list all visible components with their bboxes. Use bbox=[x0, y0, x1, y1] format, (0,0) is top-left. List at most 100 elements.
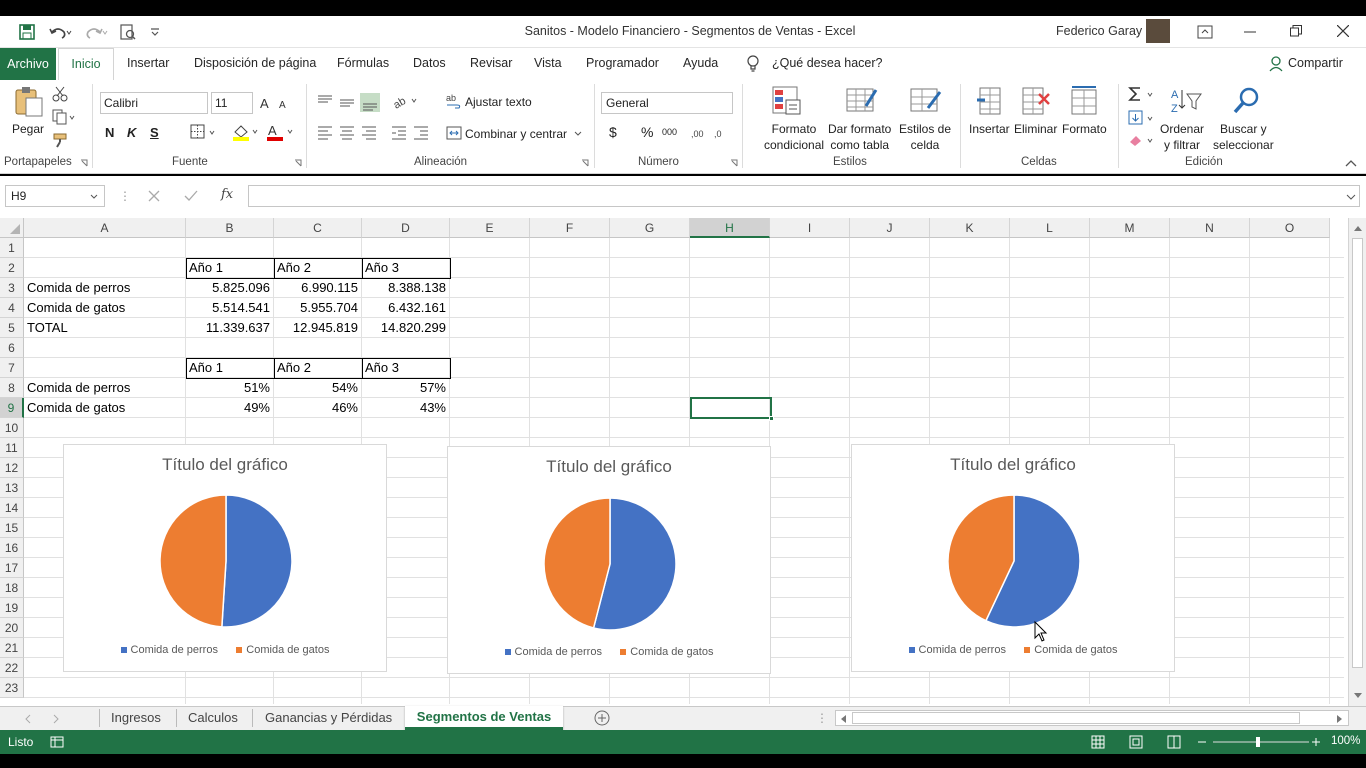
font-size-select[interactable]: 11 bbox=[211, 92, 253, 114]
tab-inicio[interactable]: Inicio bbox=[58, 48, 114, 81]
row-header-19[interactable]: 19 bbox=[0, 598, 24, 618]
pie-chart-2[interactable]: Título del gráfico Comida de perros Comi… bbox=[447, 446, 771, 674]
table1-cell[interactable]: 6.990.115 bbox=[274, 278, 362, 298]
table1-label-perros[interactable]: Comida de perros bbox=[27, 278, 185, 298]
row-header-22[interactable]: 22 bbox=[0, 658, 24, 678]
sheet-scroll-arrows-icon[interactable] bbox=[24, 714, 64, 724]
sort-filter-button[interactable]: Ordenar y filtrar bbox=[1160, 121, 1204, 153]
format-painter-icon[interactable] bbox=[52, 132, 68, 148]
column-header-N[interactable]: N bbox=[1170, 218, 1250, 238]
cell-styles-button[interactable]: Estilos de celda bbox=[899, 121, 951, 153]
print-preview-icon[interactable] bbox=[120, 24, 136, 40]
tab-insertar[interactable]: Insertar bbox=[127, 56, 169, 70]
zoom-slider[interactable] bbox=[1197, 736, 1321, 748]
row-header-1[interactable]: 1 bbox=[0, 238, 24, 258]
normal-view-icon[interactable] bbox=[1091, 735, 1105, 749]
table1-header-y2[interactable]: Año 2 bbox=[277, 258, 361, 278]
column-header-E[interactable]: E bbox=[450, 218, 530, 238]
redo-icon[interactable] bbox=[84, 24, 108, 40]
format-cells-button[interactable]: Formato bbox=[1062, 121, 1107, 137]
column-header-F[interactable]: F bbox=[530, 218, 610, 238]
table1-cell[interactable]: 6.432.161 bbox=[362, 298, 450, 318]
chart-title[interactable]: Título del gráfico bbox=[64, 455, 386, 475]
row-header-3[interactable]: 3 bbox=[0, 278, 24, 298]
table2-cell[interactable]: 46% bbox=[274, 398, 362, 418]
cell-styles-icon[interactable] bbox=[910, 86, 942, 116]
orientation-icon[interactable]: ab bbox=[392, 92, 420, 110]
table2-cell[interactable]: 43% bbox=[362, 398, 450, 418]
row-header-16[interactable]: 16 bbox=[0, 538, 24, 558]
chart-title[interactable]: Título del gráfico bbox=[852, 455, 1174, 475]
tell-me-input[interactable]: ¿Qué desea hacer? bbox=[772, 56, 883, 70]
add-sheet-icon[interactable] bbox=[594, 710, 610, 726]
conditional-format-button[interactable]: Formato condicional bbox=[764, 121, 824, 153]
table2-header-y1[interactable]: Año 1 bbox=[189, 358, 273, 378]
tab-programador[interactable]: Programador bbox=[586, 56, 659, 70]
wrap-text-button[interactable]: Ajustar texto bbox=[465, 94, 532, 110]
currency-button[interactable]: $ bbox=[609, 124, 617, 140]
restore-icon[interactable] bbox=[1290, 25, 1302, 37]
row-header-5[interactable]: 5 bbox=[0, 318, 24, 338]
column-header-O[interactable]: O bbox=[1250, 218, 1330, 238]
sheet-tab-calculos[interactable]: Calculos bbox=[188, 707, 238, 729]
row-header-7[interactable]: 7 bbox=[0, 358, 24, 378]
pie-slice-comida-de-gatos[interactable] bbox=[159, 494, 227, 628]
chart-legend[interactable]: Comida de perros Comida de gatos bbox=[448, 646, 770, 658]
dialog-launcher-icon[interactable] bbox=[294, 159, 302, 167]
cancel-entry-icon[interactable] bbox=[148, 190, 160, 202]
tab-ayuda[interactable]: Ayuda bbox=[683, 56, 718, 70]
dialog-launcher-icon[interactable] bbox=[80, 159, 88, 167]
table1-cell[interactable]: 14.820.299 bbox=[362, 318, 450, 338]
expand-formula-bar-icon[interactable] bbox=[1346, 194, 1356, 200]
zoom-level[interactable]: 100% bbox=[1331, 735, 1360, 747]
italic-button[interactable]: K bbox=[127, 125, 136, 140]
column-header-L[interactable]: L bbox=[1010, 218, 1090, 238]
delete-cells-button[interactable]: Eliminar bbox=[1014, 121, 1057, 137]
table1-label-gatos[interactable]: Comida de gatos bbox=[27, 298, 185, 318]
vertical-align-icons[interactable] bbox=[316, 92, 386, 112]
tab-disposicion[interactable]: Disposición de página bbox=[194, 56, 316, 70]
column-header-M[interactable]: M bbox=[1090, 218, 1170, 238]
paste-icon[interactable] bbox=[12, 86, 44, 118]
hscroll-thumb[interactable] bbox=[852, 712, 1300, 724]
row-header-17[interactable]: 17 bbox=[0, 558, 24, 578]
scroll-left-icon[interactable] bbox=[839, 714, 847, 724]
column-header-A[interactable]: A bbox=[24, 218, 186, 238]
table1-header-y1[interactable]: Año 1 bbox=[189, 258, 273, 278]
row-header-15[interactable]: 15 bbox=[0, 518, 24, 538]
vertical-scrollbar[interactable] bbox=[1348, 218, 1366, 706]
row-header-12[interactable]: 12 bbox=[0, 458, 24, 478]
row-header-14[interactable]: 14 bbox=[0, 498, 24, 518]
tab-formulas[interactable]: Fórmulas bbox=[337, 56, 389, 70]
merge-center-button[interactable]: Combinar y centrar bbox=[465, 126, 567, 142]
sheet-tab-segmentos[interactable]: Segmentos de Ventas bbox=[405, 706, 563, 730]
autosum-icon[interactable] bbox=[1128, 86, 1158, 104]
chevron-down-icon[interactable] bbox=[574, 131, 582, 137]
delete-cells-icon[interactable] bbox=[1021, 86, 1051, 116]
close-icon[interactable] bbox=[1337, 25, 1349, 37]
decimal-icons[interactable]: ,00 ,0 bbox=[690, 125, 736, 141]
collapse-ribbon-icon[interactable] bbox=[1345, 159, 1357, 167]
avatar[interactable] bbox=[1146, 19, 1170, 43]
insert-cells-button[interactable]: Insertar bbox=[969, 121, 1010, 137]
sort-filter-icon[interactable]: AZ bbox=[1170, 86, 1202, 116]
table1-label-total[interactable]: TOTAL bbox=[27, 318, 185, 338]
tab-archivo[interactable]: Archivo bbox=[0, 48, 56, 80]
percent-button[interactable]: % bbox=[641, 124, 653, 140]
user-name[interactable]: Federico Garay bbox=[1056, 24, 1142, 38]
confirm-entry-icon[interactable] bbox=[184, 190, 198, 202]
column-header-G[interactable]: G bbox=[610, 218, 690, 238]
font-size-increase-decrease-icon[interactable]: AA bbox=[259, 95, 293, 111]
row-header-11[interactable]: 11 bbox=[0, 438, 24, 458]
row-header-8[interactable]: 8 bbox=[0, 378, 24, 398]
row-header-6[interactable]: 6 bbox=[0, 338, 24, 358]
column-header-C[interactable]: C bbox=[274, 218, 362, 238]
format-cells-icon[interactable] bbox=[1070, 86, 1098, 116]
table2-label-perros[interactable]: Comida de perros bbox=[27, 378, 185, 398]
customize-qat-icon[interactable] bbox=[150, 27, 160, 37]
macro-record-icon[interactable] bbox=[50, 736, 64, 748]
chart-title[interactable]: Título del gráfico bbox=[448, 457, 770, 477]
row-header-4[interactable]: 4 bbox=[0, 298, 24, 318]
dialog-launcher-icon[interactable] bbox=[581, 159, 589, 167]
font-name-select[interactable]: Calibri bbox=[100, 92, 208, 114]
